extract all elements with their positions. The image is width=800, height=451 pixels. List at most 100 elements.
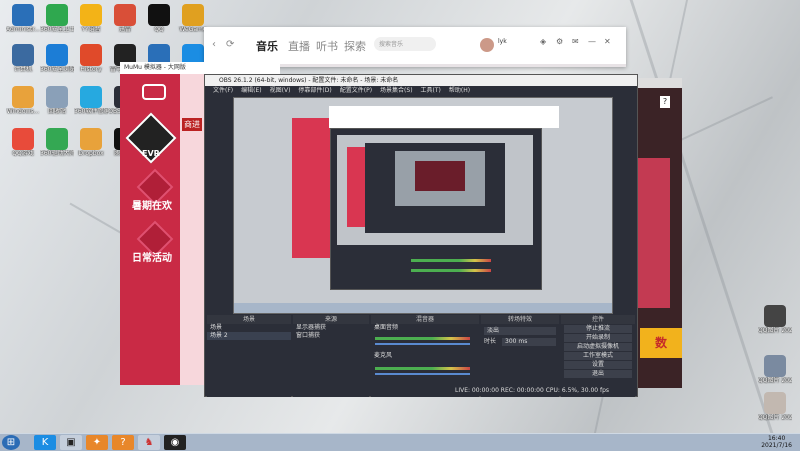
minimize-icon[interactable]: — bbox=[588, 37, 596, 46]
transitions-title: 转场特效 bbox=[481, 315, 559, 324]
settings-button[interactable]: 设置 bbox=[564, 361, 632, 369]
desktop-icon[interactable]: QQ图片 20210605... bbox=[758, 392, 792, 421]
back-icon[interactable]: ‹ bbox=[212, 39, 216, 50]
search-placeholder: 搜索音乐 bbox=[379, 41, 404, 48]
obs-menu-item[interactable]: 编辑(E) bbox=[241, 87, 261, 94]
folder-icon bbox=[80, 128, 102, 150]
obs-titlebar[interactable]: OBS 26.1.2 (64-bit, windows) - 配置文件: 未命名… bbox=[205, 75, 637, 86]
desktop-icon[interactable]: YY语音 bbox=[74, 4, 108, 33]
desktop-icon-label: 360安全浏览器 bbox=[40, 66, 74, 73]
refresh-icon[interactable]: ⟳ bbox=[226, 39, 234, 50]
clock-time: 16:40 bbox=[767, 435, 786, 442]
obs-menu-item[interactable]: 停靠部件(D) bbox=[298, 87, 331, 94]
recycle-bin-icon bbox=[46, 86, 68, 108]
music-app-window[interactable]: ‹ ⟳ 音乐 直播 听书 探索 搜索音乐 lyk ◈ ⚙ ✉ — ✕ bbox=[204, 27, 626, 67]
exit-button[interactable]: 退出 bbox=[564, 370, 632, 378]
desktop-icon[interactable]: Administr... bbox=[6, 4, 40, 33]
controls-title: 控件 bbox=[561, 315, 635, 324]
folder-icon bbox=[12, 86, 34, 108]
obs-menu-item[interactable]: 配置文件(P) bbox=[340, 87, 372, 94]
desktop-icon[interactable]: 360安全浏览器 bbox=[40, 44, 74, 73]
taskbar: ⊞ K ▣ ✦ ? ♞ ◉ 16:40 2021/7/16 bbox=[0, 433, 800, 451]
audio-meter bbox=[375, 337, 470, 340]
desktop-icon[interactable]: 迅雷 bbox=[108, 4, 142, 33]
search-input[interactable]: 搜索音乐 bbox=[374, 37, 436, 51]
desktop-icon[interactable]: 计算机 bbox=[6, 44, 40, 73]
desktop-icon-label: YY语音 bbox=[81, 26, 101, 33]
mixer-dock: 混音器 桌面音频 麦克风 bbox=[371, 315, 479, 397]
user-name[interactable]: lyk bbox=[498, 38, 507, 45]
tab-explore[interactable]: 探索 bbox=[344, 38, 366, 54]
taskbar-game-icon[interactable]: ♞ bbox=[138, 435, 160, 450]
tab-live[interactable]: 直播 bbox=[288, 38, 310, 54]
mail-icon[interactable]: ✉ bbox=[572, 37, 579, 46]
desktop-icon[interactable]: 360安全卫士 bbox=[40, 4, 74, 33]
taskbar-clock[interactable]: 16:40 2021/7/16 bbox=[761, 435, 792, 449]
status-text: LIVE: 00:00:00 REC: 00:00:00 CPU: 6.5%, … bbox=[455, 387, 610, 394]
skin-icon[interactable]: ◈ bbox=[540, 37, 546, 46]
taskbar-kugou-icon[interactable]: K bbox=[34, 435, 56, 450]
desktop-icon[interactable]: History bbox=[74, 44, 108, 73]
desktop-icon-label: QQ图片 20210515... bbox=[758, 327, 792, 334]
source-item[interactable]: 窗口捕获 bbox=[293, 332, 369, 340]
tab-music[interactable]: 音乐 bbox=[256, 38, 278, 54]
desktop-icon[interactable]: QQ游戏 bbox=[6, 128, 40, 157]
desktop-icon-label: 360安全卫士 bbox=[40, 26, 74, 33]
nested-obs-4 bbox=[415, 161, 465, 191]
volume-slider[interactable] bbox=[375, 343, 470, 345]
computer-icon bbox=[12, 44, 34, 66]
nested-music bbox=[329, 106, 559, 128]
source-item[interactable]: 显示器捕获 bbox=[293, 324, 369, 332]
close-icon[interactable]: ✕ bbox=[604, 37, 611, 46]
game-action-button[interactable]: 数 bbox=[640, 328, 682, 358]
menu-summer-event[interactable]: 暑期在欢 bbox=[132, 197, 172, 212]
start-recording-button[interactable]: 开始录制 bbox=[564, 334, 632, 342]
wegame-icon bbox=[182, 4, 204, 26]
studio-mode-button[interactable]: 工作室模式 bbox=[564, 352, 632, 360]
obs-preview[interactable] bbox=[233, 97, 613, 314]
taskbar-obs-icon[interactable]: ◉ bbox=[164, 435, 186, 450]
nested-taskbar bbox=[234, 303, 612, 313]
start-virtual-camera-button[interactable]: 启动虚拟摄像机 bbox=[564, 343, 632, 351]
obs-menu-item[interactable]: 文件(F) bbox=[213, 87, 233, 94]
mixer-title: 混音器 bbox=[371, 315, 479, 324]
duration-input[interactable]: 300 ms bbox=[502, 338, 556, 346]
obs-menu-item[interactable]: 帮助(H) bbox=[449, 87, 470, 94]
settings-icon[interactable]: ⚙ bbox=[556, 37, 563, 46]
evr-label: EVR bbox=[142, 149, 160, 158]
desktop-icon[interactable]: Windows... bbox=[6, 86, 40, 115]
yy-icon bbox=[80, 4, 102, 26]
help-icon[interactable]: ? bbox=[660, 96, 670, 108]
avatar[interactable] bbox=[480, 38, 494, 52]
mumu-titlebar[interactable]: MuMu 模拟器 - 大网版 bbox=[120, 62, 280, 74]
desktop-icon[interactable]: QQ bbox=[142, 4, 176, 33]
start-button[interactable]: ⊞ bbox=[2, 435, 20, 450]
obs-menu-item[interactable]: 视图(V) bbox=[270, 87, 291, 94]
transition-select[interactable]: 淡出 bbox=[484, 327, 556, 335]
desktop-icon[interactable]: 360软件管家 bbox=[74, 86, 108, 115]
obs-window[interactable]: OBS 26.1.2 (64-bit, windows) - 配置文件: 未命名… bbox=[204, 74, 638, 397]
back-arrow-icon[interactable] bbox=[142, 84, 166, 100]
obs-menu-item[interactable]: 场景集合(S) bbox=[380, 87, 413, 94]
menu-daily-event[interactable]: 日常活动 bbox=[132, 249, 172, 264]
desktop-icon[interactable]: 360驱动大师 bbox=[40, 128, 74, 157]
stop-streaming-button[interactable]: 停止推流 bbox=[564, 325, 632, 333]
obs-menu-item[interactable]: 工具(T) bbox=[421, 87, 441, 94]
desktop-icon[interactable]: QQ图片 20210515... bbox=[758, 305, 792, 334]
desktop-icon[interactable]: 回收站 bbox=[40, 86, 74, 115]
taskbar-app-icon[interactable]: ✦ bbox=[86, 435, 108, 450]
desktop-icon-label: 360软件管家 bbox=[74, 108, 108, 115]
transitions-dock: 转场特效 淡出 时长 300 ms bbox=[481, 315, 559, 397]
scene-item[interactable]: 场景 2 bbox=[207, 332, 291, 340]
nested-obs-2 bbox=[365, 143, 505, 233]
scene-item[interactable]: 场景 bbox=[207, 324, 291, 332]
image-file-icon bbox=[764, 355, 786, 377]
desktop-icon[interactable]: Dropbox bbox=[74, 128, 108, 157]
volume-slider[interactable] bbox=[375, 373, 470, 375]
taskbar-mumu-icon[interactable]: ▣ bbox=[60, 435, 82, 450]
desktop-icon[interactable]: QQ图片 20210625... bbox=[758, 355, 792, 384]
taskbar-app-icon[interactable]: ? bbox=[112, 435, 134, 450]
tab-audiobook[interactable]: 听书 bbox=[316, 38, 338, 54]
clock-date: 2021/7/16 bbox=[761, 442, 792, 449]
obs-menubar: 文件(F) 编辑(E) 视图(V) 停靠部件(D) 配置文件(P) 场景集合(S) 工具(T… bbox=[205, 86, 637, 96]
